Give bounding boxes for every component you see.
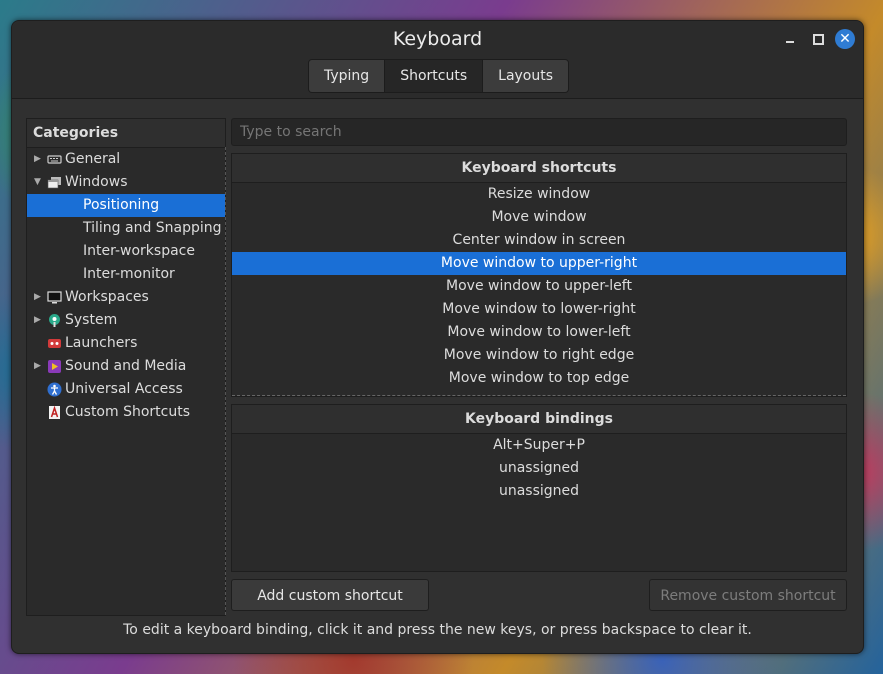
shortcut-row[interactable]: Move window to top edge [232, 367, 846, 390]
shortcut-row[interactable]: Move window to upper-left [232, 275, 846, 298]
accessibility-icon [47, 382, 62, 397]
search-input[interactable] [231, 118, 847, 146]
expand-arrow-icon[interactable]: ▶ [34, 309, 41, 332]
launcher-icon [47, 336, 62, 351]
sidebar-item-label: Inter-monitor [83, 266, 175, 282]
keyboard-shortcuts-header: Keyboard shortcuts [232, 154, 846, 183]
help-text: To edit a keyboard binding, click it and… [123, 622, 752, 638]
keyboard-icon [47, 152, 62, 167]
sidebar-item-windows[interactable]: ▼ Windows [27, 171, 225, 194]
sidebar-item-launchers[interactable]: Launchers [27, 332, 225, 355]
sidebar-item-inter-workspace[interactable]: Inter-workspace [27, 240, 225, 263]
window-title: Keyboard [392, 28, 483, 50]
media-icon [47, 359, 62, 374]
window-icon [47, 175, 62, 190]
sidebar-item-label: Launchers [65, 335, 138, 351]
sidebar-item-label: Workspaces [65, 289, 149, 305]
keyboard-shortcuts-list: Keyboard shortcuts Resize window Move wi… [231, 153, 847, 397]
title-bar: Keyboard ✕ Typing Shortcuts Layouts [12, 21, 863, 99]
sidebar-item-general[interactable]: ▶ General [27, 148, 225, 171]
sidebar-item-inter-monitor[interactable]: Inter-monitor [27, 263, 225, 286]
keyboard-window: Keyboard ✕ Typing Shortcuts Layouts Cate… [11, 20, 864, 654]
minimize-icon [786, 41, 794, 43]
tab-typing[interactable]: Typing [309, 60, 386, 92]
keyboard-bindings-list: Keyboard bindings Alt+Super+P unassigned… [231, 404, 847, 572]
sidebar-item-label: Tiling and Snapping [83, 220, 222, 236]
add-custom-shortcut-button[interactable]: Add custom shortcut [231, 579, 429, 611]
keyboard-bindings-header: Keyboard bindings [232, 405, 846, 434]
shortcut-row[interactable]: Move window to lower-left [232, 321, 846, 344]
sidebar-resize-handle[interactable] [225, 147, 226, 615]
maximize-icon [812, 34, 824, 45]
shortcut-row[interactable]: Move window to right edge [232, 344, 846, 367]
shortcut-row-selected[interactable]: Move window to upper-right [232, 252, 846, 275]
sidebar-item-system[interactable]: ▶ System [27, 309, 225, 332]
expand-arrow-icon[interactable]: ▶ [34, 148, 41, 171]
sidebar-item-label: General [65, 151, 121, 167]
sidebar-item-label: Inter-workspace [83, 243, 195, 259]
sidebar-item-positioning[interactable]: Positioning [27, 194, 225, 217]
shortcut-row[interactable]: Center window in screen [232, 229, 846, 252]
binding-row[interactable]: Alt+Super+P [232, 434, 846, 457]
sidebar-item-tiling-and-snapping[interactable]: Tiling and Snapping [27, 217, 225, 240]
categories-header: Categories [27, 119, 225, 148]
close-button[interactable]: ✕ [835, 29, 855, 49]
binding-row[interactable]: unassigned [232, 457, 846, 480]
system-icon [47, 313, 62, 328]
monitor-icon [47, 290, 62, 305]
close-icon: ✕ [839, 31, 851, 47]
shortcut-row[interactable]: Move window [232, 206, 846, 229]
sidebar-item-label: System [65, 312, 118, 328]
shortcut-row[interactable]: Move window to lower-right [232, 298, 846, 321]
sidebar-item-label: Custom Shortcuts [65, 404, 191, 420]
binding-row[interactable]: unassigned [232, 480, 846, 503]
tab-shortcuts[interactable]: Shortcuts [385, 60, 484, 92]
collapse-arrow-icon[interactable]: ▼ [34, 171, 41, 194]
sidebar-item-label: Universal Access [65, 381, 183, 397]
minimize-button[interactable] [780, 29, 800, 49]
shortcut-row[interactable]: Resize window [232, 183, 846, 206]
custom-shortcut-icon [47, 405, 62, 420]
tab-layouts[interactable]: Layouts [483, 60, 569, 92]
sidebar-item-universal-access[interactable]: Universal Access [27, 378, 225, 401]
maximize-button[interactable] [808, 29, 828, 49]
sidebar-item-label: Sound and Media [65, 358, 187, 374]
categories-sidebar: Categories ▶ General ▼ Windows Positioni… [26, 118, 226, 616]
remove-custom-shortcut-button[interactable]: Remove custom shortcut [649, 579, 847, 611]
expand-arrow-icon[interactable]: ▶ [34, 286, 41, 309]
sidebar-item-label: Positioning [83, 197, 160, 213]
expand-arrow-icon[interactable]: ▶ [34, 355, 41, 378]
scroll-edge-indicator [232, 395, 846, 396]
sidebar-item-workspaces[interactable]: ▶ Workspaces [27, 286, 225, 309]
sidebar-item-label: Windows [65, 174, 128, 190]
tab-bar: Typing Shortcuts Layouts [308, 59, 570, 93]
sidebar-item-custom-shortcuts[interactable]: Custom Shortcuts [27, 401, 225, 424]
sidebar-item-sound-and-media[interactable]: ▶ Sound and Media [27, 355, 225, 378]
